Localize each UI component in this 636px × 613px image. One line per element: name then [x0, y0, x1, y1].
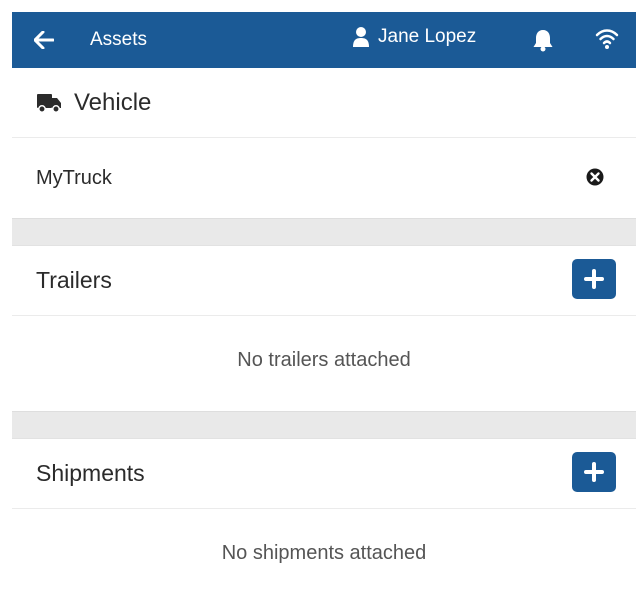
vehicle-selected-item[interactable]: MyTruck [12, 138, 636, 218]
clear-icon [586, 168, 604, 186]
user-name: Jane Lopez [378, 26, 477, 47]
shipments-empty-text: No shipments attached [221, 542, 427, 564]
vehicle-name: MyTruck [36, 166, 112, 189]
trailers-header-label: Trailers [36, 267, 112, 293]
connection-status[interactable] [595, 27, 619, 56]
trailers-empty-message: No trailers attached [12, 316, 636, 411]
wifi-icon [595, 29, 619, 49]
vehicle-header-label: Vehicle [74, 88, 152, 116]
user-icon [353, 27, 369, 47]
bell-icon [533, 30, 553, 52]
section-divider [12, 411, 636, 439]
trailers-empty-text: No trailers attached [237, 349, 411, 371]
trailers-section-header: Trailers [12, 246, 636, 316]
shipments-section-header: Shipments [12, 439, 636, 509]
shipments-empty-message: No shipments attached [12, 509, 636, 604]
assets-screen: Assets Jane Lopez Vehicle MyTruck Traile… [12, 12, 636, 613]
clear-vehicle-button[interactable] [586, 168, 604, 192]
section-divider [12, 218, 636, 246]
truck-icon [37, 93, 61, 113]
shipments-header-label: Shipments [36, 460, 145, 486]
plus-icon [584, 462, 604, 482]
plus-icon [584, 269, 604, 289]
notifications-button[interactable] [532, 28, 554, 57]
back-button[interactable] [30, 26, 58, 54]
add-trailer-button[interactable] [572, 259, 616, 299]
add-shipment-button[interactable] [572, 452, 616, 492]
vehicle-section-header: Vehicle [12, 68, 636, 138]
back-arrow-icon [34, 31, 54, 49]
page-title: Assets [90, 29, 148, 50]
user-menu[interactable]: Jane Lopez [352, 26, 476, 48]
top-bar: Assets Jane Lopez [12, 12, 636, 68]
